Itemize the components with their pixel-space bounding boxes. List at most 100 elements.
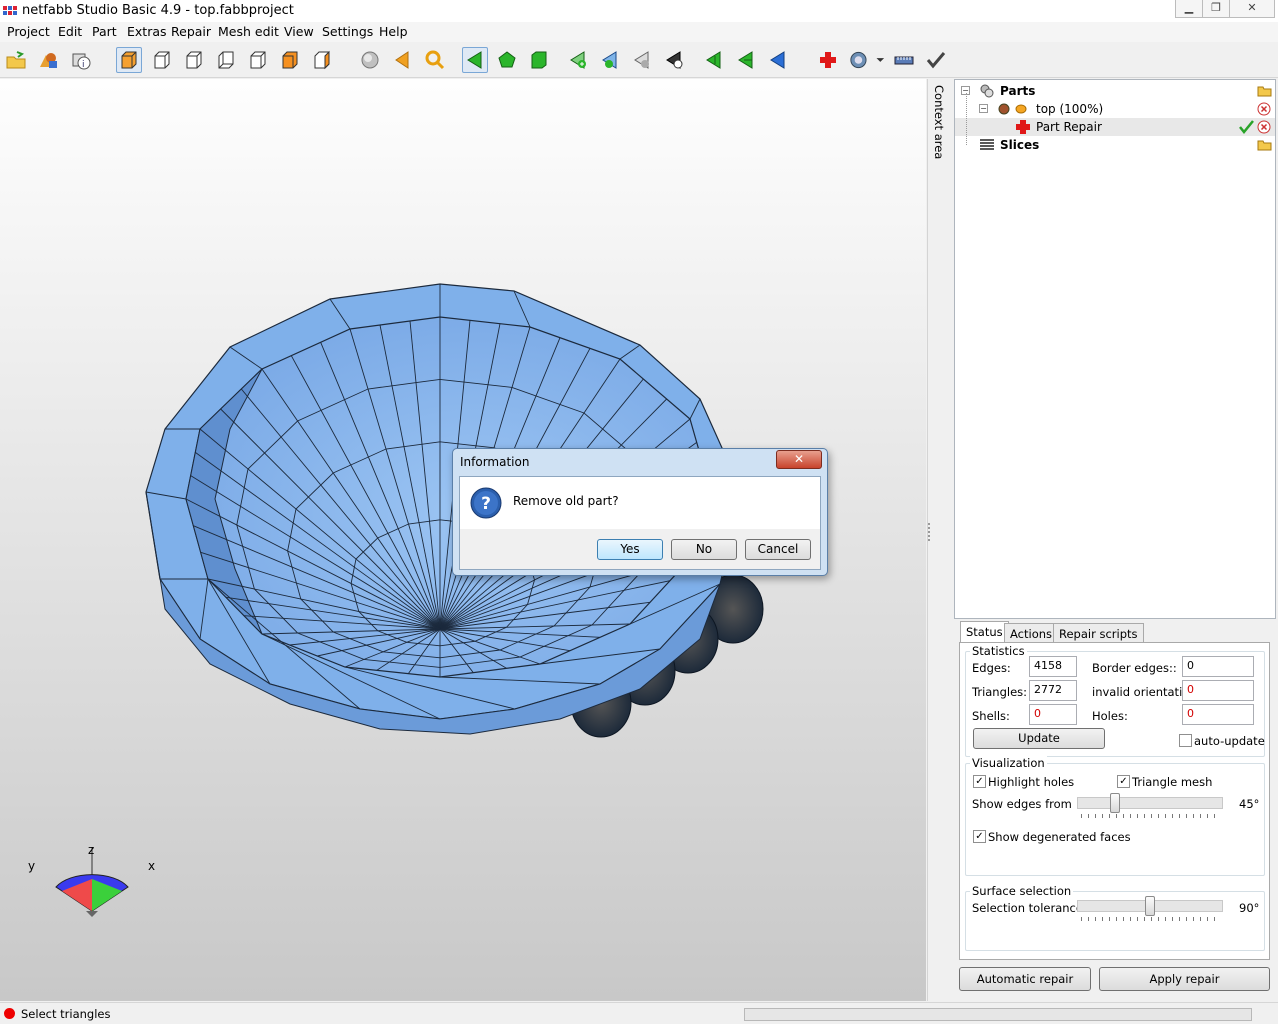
tab-actions[interactable]: Actions: [1004, 623, 1059, 643]
menu-edit[interactable]: Edit: [58, 24, 82, 39]
view-bottom-icon[interactable]: [309, 47, 335, 73]
minimize-button[interactable]: ▁: [1175, 0, 1203, 18]
part-icon: [998, 103, 1027, 115]
remove-part-icon[interactable]: [1257, 102, 1271, 116]
stitch-triangles-icon[interactable]: [765, 47, 791, 73]
select-surfaces-icon[interactable]: [494, 47, 520, 73]
splitter-handle[interactable]: [928, 523, 932, 541]
repair-cross-icon[interactable]: [815, 47, 841, 73]
progress-bar: [744, 1008, 1252, 1021]
measure-ruler-icon[interactable]: [891, 47, 917, 73]
axis-y-label: y: [28, 859, 36, 873]
triangle-mesh-label: Triangle mesh: [1132, 775, 1213, 789]
tolerance-slider-thumb[interactable]: [1145, 896, 1155, 916]
svg-text:i: i: [82, 60, 85, 70]
auto-update-checkbox[interactable]: [1179, 734, 1192, 747]
zoom-icon[interactable]: [422, 47, 448, 73]
axis-z-label: z: [88, 843, 95, 857]
highlight-holes-label: Highlight holes: [988, 775, 1075, 789]
add-part-icon[interactable]: [35, 47, 61, 73]
shells-value: 0: [1029, 704, 1077, 725]
parts-label: Parts: [1000, 84, 1036, 98]
restore-button[interactable]: ❐: [1202, 0, 1230, 18]
add-vertex-icon[interactable]: [597, 47, 623, 73]
slider-ticks: [1081, 917, 1221, 921]
view-default-icon[interactable]: [116, 47, 142, 73]
menu-settings[interactable]: Settings: [322, 24, 373, 39]
part-info-icon[interactable]: i: [68, 47, 94, 73]
close-window-button[interactable]: ✕: [1229, 0, 1275, 18]
flip-triangles-icon[interactable]: [701, 47, 727, 73]
close-holes-icon[interactable]: [733, 47, 759, 73]
view-left-icon[interactable]: [213, 47, 239, 73]
auto-update-label: auto-update: [1194, 734, 1265, 748]
view-right-icon[interactable]: [245, 47, 271, 73]
dialog-message-area: ? Remove old part?: [460, 477, 820, 529]
apply-check-icon[interactable]: [1238, 119, 1254, 135]
edges-label: Edges:: [972, 661, 1011, 675]
edges-value: 4158: [1029, 656, 1077, 677]
tolerance-label: Selection tolerance:: [972, 901, 1087, 915]
show-edges-slider-thumb[interactable]: [1110, 793, 1120, 813]
menu-bar: Project Edit Part Extras Repair Mesh edi…: [0, 22, 1278, 42]
tab-status[interactable]: Status: [960, 621, 1009, 643]
dialog-close-button[interactable]: ✕: [776, 450, 822, 469]
project-tree[interactable]: − Parts − top (100%) Part Repair Slices: [954, 79, 1276, 619]
apply-repair-button[interactable]: Apply repair: [1099, 967, 1270, 991]
tree-item-slices[interactable]: Slices: [955, 136, 1275, 154]
context-area-tab[interactable]: Context area: [927, 79, 953, 1001]
select-triangles-icon[interactable]: [462, 47, 488, 73]
svg-text:?: ?: [481, 494, 491, 514]
dialog-message: Remove old part?: [513, 494, 619, 508]
tree-item-part-top[interactable]: − top (100%): [955, 100, 1275, 118]
menu-project[interactable]: Project: [7, 24, 50, 39]
tree-line: [966, 93, 967, 145]
show-edges-slider-track[interactable]: [1077, 797, 1223, 809]
slices-icon: [980, 139, 994, 150]
repair-scripts-icon[interactable]: [847, 47, 887, 73]
menu-mesh-edit[interactable]: Mesh edit: [218, 24, 279, 39]
menu-view[interactable]: View: [284, 24, 314, 39]
show-edges-label: Show edges from: [972, 797, 1072, 811]
invalid-orientation-value: 0: [1182, 680, 1254, 701]
orange-triangle-icon[interactable]: [390, 47, 416, 73]
degenerated-faces-checkbox[interactable]: ✓: [973, 830, 986, 843]
invert-selection-icon[interactable]: [661, 47, 687, 73]
tab-content: Statistics Edges: 4158 Border edges:: 0 …: [959, 642, 1270, 960]
view-back-icon[interactable]: [181, 47, 207, 73]
add-triangle-icon[interactable]: [565, 47, 591, 73]
update-button[interactable]: Update: [973, 728, 1105, 749]
shading-sphere-icon[interactable]: [357, 47, 383, 73]
apply-check-icon[interactable]: [923, 47, 949, 73]
view-front-icon[interactable]: [149, 47, 175, 73]
tree-item-parts[interactable]: − Parts: [955, 82, 1275, 100]
automatic-repair-button[interactable]: Automatic repair: [959, 967, 1091, 991]
open-project-icon[interactable]: [3, 47, 29, 73]
open-folder-icon[interactable]: [1257, 84, 1272, 97]
tab-repair-scripts[interactable]: Repair scripts: [1053, 623, 1144, 643]
view-top-icon[interactable]: [277, 47, 303, 73]
border-edges-label: Border edges::: [1092, 661, 1177, 675]
cancel-repair-icon[interactable]: [1257, 120, 1271, 134]
show-edges-value: 45°: [1239, 797, 1260, 811]
select-shells-icon[interactable]: [526, 47, 552, 73]
cancel-button[interactable]: Cancel: [745, 539, 811, 560]
title-bar: netfabb Studio Basic 4.9 - top.fabbproje…: [0, 0, 1278, 22]
remove-triangle-icon[interactable]: [629, 47, 655, 73]
statistics-title: Statistics: [970, 644, 1027, 658]
collapse-icon[interactable]: −: [979, 104, 988, 113]
triangles-label: Triangles:: [972, 685, 1028, 699]
menu-part[interactable]: Part: [92, 24, 117, 39]
triangle-mesh-checkbox[interactable]: ✓: [1117, 775, 1130, 788]
context-area-label: Context area: [932, 85, 946, 160]
parts-icon: [980, 84, 994, 98]
status-red-dot-icon: [4, 1008, 15, 1019]
highlight-holes-checkbox[interactable]: ✓: [973, 775, 986, 788]
menu-repair[interactable]: Repair: [171, 24, 211, 39]
no-button[interactable]: No: [671, 539, 737, 560]
menu-help[interactable]: Help: [379, 24, 408, 39]
tree-item-part-repair[interactable]: Part Repair: [955, 118, 1275, 136]
menu-extras[interactable]: Extras: [127, 24, 167, 39]
open-folder-icon[interactable]: [1257, 138, 1272, 151]
yes-button[interactable]: Yes: [597, 539, 663, 560]
